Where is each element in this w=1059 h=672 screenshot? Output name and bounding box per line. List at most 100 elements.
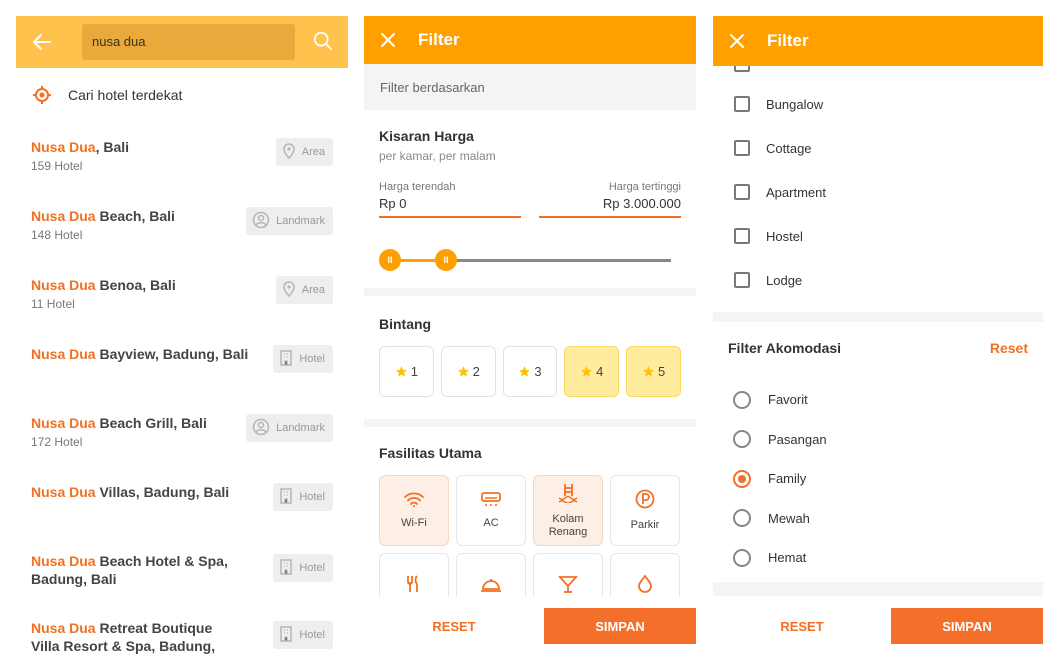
accommodation-label: Family [768, 471, 807, 487]
radio-button[interactable] [733, 430, 751, 449]
map-pin-icon [282, 142, 302, 162]
radio-button[interactable] [733, 548, 751, 567]
radio-button[interactable] [733, 469, 751, 488]
accommodation-reset-button[interactable]: Reset [990, 340, 1028, 356]
result-item[interactable]: Nusa Dua Beach, Bali 148 Hotel Landmark [16, 207, 348, 267]
radio-button[interactable] [733, 390, 751, 409]
facility-option[interactable]: Parkir [610, 475, 680, 546]
badge-label: Landmark [276, 215, 325, 227]
result-highlight: Nusa Dua [31, 415, 96, 431]
price-slider[interactable]: II II [379, 242, 681, 282]
accommodation-label: Mewah [768, 510, 810, 526]
checkbox[interactable] [734, 66, 750, 72]
result-type-badge: Hotel [273, 554, 333, 582]
star-option-4[interactable]: 4 [564, 346, 620, 397]
wifi-icon [403, 491, 425, 517]
max-price-field[interactable]: Harga tertinggi Rp 3.000.000 [539, 181, 681, 218]
slider-min-handle[interactable]: II [379, 249, 401, 271]
property-type-label: Bungalow [766, 96, 824, 112]
result-title: Nusa Dua Beach Hotel & Spa, Badung, Bali [31, 552, 241, 588]
star-option-2[interactable]: 2 [440, 346, 496, 397]
property-type-option[interactable]: Lodge [713, 258, 1043, 302]
filter-section-label: Filter berdasarkan [364, 64, 696, 110]
result-item[interactable]: Nusa Dua Beach Hotel & Spa, Badung, Bali… [16, 552, 348, 612]
result-item[interactable]: Nusa Dua, Bali 159 Hotel Area [16, 138, 348, 198]
star-option-5[interactable]: 5 [626, 346, 681, 397]
accommodation-option[interactable]: Pasangan [713, 420, 1043, 460]
accommodation-option[interactable]: Favorit [713, 380, 1043, 420]
property-type-label: Cottage [766, 140, 812, 156]
property-type-option[interactable]: Cottage [713, 126, 1043, 170]
result-type-badge: Landmark [246, 207, 333, 235]
save-button[interactable]: SIMPAN [544, 608, 696, 644]
badge-label: Hotel [299, 491, 325, 503]
close-icon[interactable] [380, 32, 396, 48]
search-input[interactable]: nusa dua [82, 24, 295, 60]
result-type-badge: Area [275, 138, 333, 166]
nearby-hotels-button[interactable]: Cari hotel terdekat [16, 68, 348, 122]
landmark-icon [252, 418, 276, 439]
save-button[interactable]: SIMPAN [891, 608, 1043, 644]
accommodation-option[interactable]: Mewah [713, 499, 1043, 539]
checkbox[interactable] [734, 140, 750, 156]
result-rest: Beach, Bali [95, 208, 175, 224]
star-option-label: 2 [472, 364, 480, 379]
star-option-1[interactable]: 1 [379, 346, 434, 397]
accommodation-option[interactable]: Family [713, 459, 1043, 499]
checkbox[interactable] [734, 228, 750, 244]
result-item[interactable]: Nusa Dua Retreat Boutique Villa Resort &… [16, 619, 348, 656]
result-highlight: Nusa Dua [31, 484, 96, 500]
divider [364, 288, 696, 296]
star-option-3[interactable]: 3 [502, 346, 558, 397]
filter-header: Filter [713, 16, 1043, 66]
result-item[interactable]: Nusa Dua Benoa, Bali 11 Hotel Area [16, 276, 348, 336]
accommodation-title: Filter Akomodasi [728, 340, 842, 356]
result-highlight: Nusa Dua [31, 208, 96, 224]
result-item[interactable]: Nusa Dua Villas, Badung, Bali Hotel [16, 483, 348, 543]
facility-option[interactable]: AC [456, 475, 526, 546]
price-range-section: Kisaran Harga per kamar, per malam Harga… [364, 110, 696, 282]
result-title: Nusa Dua, Bali [31, 138, 261, 156]
checkbox[interactable] [734, 184, 750, 200]
checkbox[interactable] [734, 272, 750, 288]
property-type-option[interactable]: Hostel [713, 214, 1043, 258]
result-item[interactable]: Nusa Dua Bayview, Badung, Bali Hotel [16, 345, 348, 405]
pool-icon [557, 483, 579, 513]
accommodation-options: Favorit Pasangan Family Mewah Hemat [713, 380, 1043, 578]
badge-label: Hotel [299, 629, 325, 641]
badge-label: Hotel [299, 353, 325, 365]
accommodation-header: Filter Akomodasi Reset [713, 328, 1043, 368]
property-type-option[interactable]: Apartment [713, 170, 1043, 214]
property-type-option[interactable]: Bungalow [713, 82, 1043, 126]
reset-button[interactable]: RESET [713, 619, 891, 634]
clipped-checkbox-row [713, 66, 1043, 84]
filter-screen: Filter Filter berdasarkan Kisaran Harga … [364, 16, 696, 656]
result-type-badge: Hotel [273, 345, 333, 373]
result-item[interactable]: Nusa Dua Beach Grill, Bali 172 Hotel Landm… [16, 414, 348, 474]
result-highlight: Nusa Dua [31, 346, 96, 362]
back-arrow-icon[interactable] [30, 30, 54, 54]
property-type-label: Apartment [766, 184, 826, 200]
reset-button[interactable]: RESET [364, 619, 544, 634]
slider-max-handle[interactable]: II [435, 249, 457, 271]
map-pin-icon [282, 280, 302, 300]
facility-option[interactable]: Kolam Renang [533, 475, 603, 546]
star-rating-section: Bintang 1 2 3 4 5 [364, 296, 696, 397]
result-type-badge: Hotel [273, 483, 333, 511]
min-price-field[interactable]: Harga terendah Rp 0 [379, 181, 521, 218]
max-price-value: Rp 3.000.000 [539, 196, 681, 218]
search-icon[interactable] [312, 30, 334, 52]
building-icon [279, 349, 299, 369]
result-rest: , Bali [95, 139, 130, 155]
property-type-label: Hostel [766, 228, 803, 244]
result-type-badge: Landmark [246, 414, 333, 442]
close-icon[interactable] [729, 33, 745, 49]
accommodation-option[interactable]: Hemat [713, 538, 1043, 578]
divider [364, 419, 696, 427]
facility-label: Kolam Renang [548, 512, 588, 538]
checkbox[interactable] [734, 96, 750, 112]
result-highlight: Nusa Dua [31, 139, 96, 155]
facility-option[interactable]: Wi-Fi [379, 475, 449, 546]
star-icon [581, 366, 593, 377]
radio-button[interactable] [733, 509, 751, 528]
